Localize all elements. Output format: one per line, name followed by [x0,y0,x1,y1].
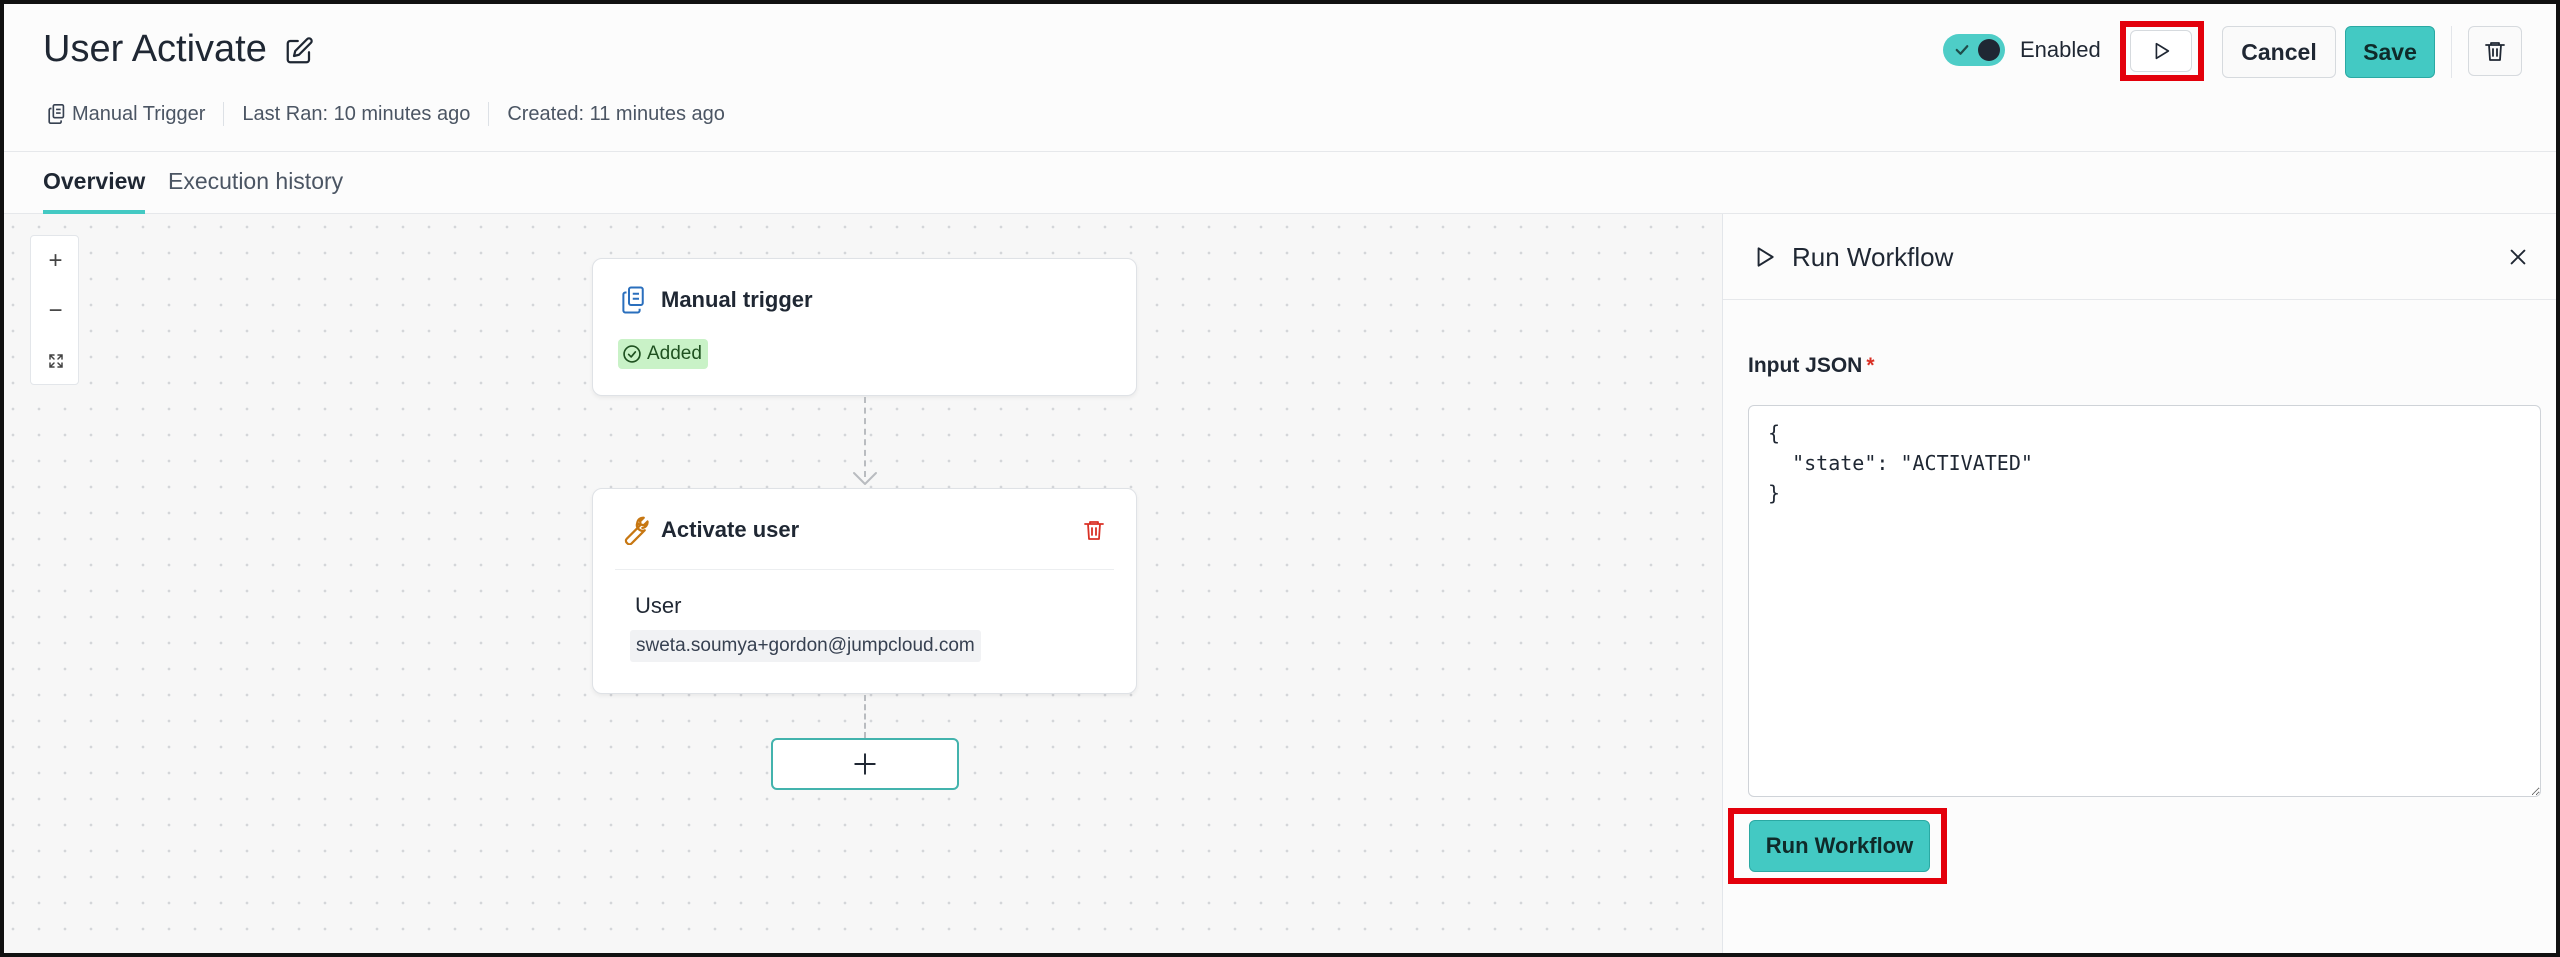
node-connector [864,397,866,477]
zoom-in-button[interactable]: + [31,236,80,286]
close-icon[interactable] [2507,246,2529,268]
node-header: Activate user [619,515,799,545]
tab-execution-history[interactable]: Execution history [168,168,343,214]
manual-trigger-node[interactable]: Manual trigger Added [592,258,1137,396]
tab-bar: Overview Execution history [0,152,2560,214]
wrench-icon [624,516,649,545]
required-mark: * [1866,354,1875,377]
run-workflow-submit-button[interactable]: Run Workflow [1749,820,1930,872]
panel-header: Run Workflow [1723,214,2560,300]
meta-trigger-label: Manual Trigger [72,102,206,125]
input-json-label-text: Input JSON [1748,354,1863,377]
toolbar-divider [2451,26,2452,78]
play-icon [2155,42,2170,60]
run-workflow-panel: Run Workflow Input JSON * { "state": "ACT… [1722,214,2560,957]
workflow-canvas[interactable]: + − Manual trigger Added Activate user U… [0,214,1722,957]
panel-title: Run Workflow [1792,242,1954,272]
check-icon [1955,45,1969,55]
trash-icon [2485,42,2505,61]
check-circle-icon [623,345,641,363]
cancel-button[interactable]: Cancel [2222,26,2336,78]
node-header: Manual trigger [619,285,813,315]
fit-view-button[interactable] [31,336,80,386]
user-email-chip: sweta.soumya+gordon@jumpcloud.com [630,630,981,662]
input-json-textarea[interactable]: { "state": "ACTIVATED" } [1748,405,2541,797]
activate-user-node[interactable]: Activate user User sweta.soumya+gordon@j… [592,488,1137,694]
node-connector [864,695,866,738]
node-title: Manual trigger [661,287,813,312]
meta-trigger: Manual Trigger [46,103,205,126]
meta-created: Created: 11 minutes ago [507,102,725,125]
page-title: User Activate [43,28,267,70]
clipboard-copy-icon [622,286,644,314]
save-button[interactable]: Save [2345,26,2435,78]
input-json-label: Input JSON * [1748,354,1875,378]
zoom-out-button[interactable]: − [31,286,80,336]
fit-view-icon [48,354,63,368]
node-divider [615,569,1114,570]
play-icon [1757,247,1774,267]
enabled-label: Enabled [2020,37,2101,62]
trash-icon[interactable] [1082,518,1106,542]
tab-overview[interactable]: Overview [43,168,146,214]
delete-workflow-button[interactable] [2468,26,2522,76]
add-step-button[interactable] [771,738,959,790]
edit-pencil-icon[interactable] [284,36,314,66]
clipboard-copy-icon [48,104,65,124]
status-badge-label: Added [647,343,702,364]
status-badge: Added [618,339,708,369]
node-title: Activate user [661,517,800,542]
enabled-toggle[interactable] [1943,34,2005,66]
workflow-meta: Manual Trigger Last Ran: 10 minutes ago … [46,100,725,128]
arrow-down-icon [853,472,877,485]
plus-icon [854,753,876,775]
meta-divider [488,102,490,126]
zoom-controls: + − [30,235,79,385]
field-label-user: User [635,593,682,618]
enabled-toggle-group: Enabled [1943,34,2101,66]
toggle-knob [1978,39,2000,61]
meta-last-ran: Last Ran: 10 minutes ago [242,102,471,125]
run-workflow-button[interactable] [2130,30,2192,72]
meta-divider [223,102,225,126]
workflow-header: User Activate Manual Trigger Last Ran: 1… [0,0,2560,152]
